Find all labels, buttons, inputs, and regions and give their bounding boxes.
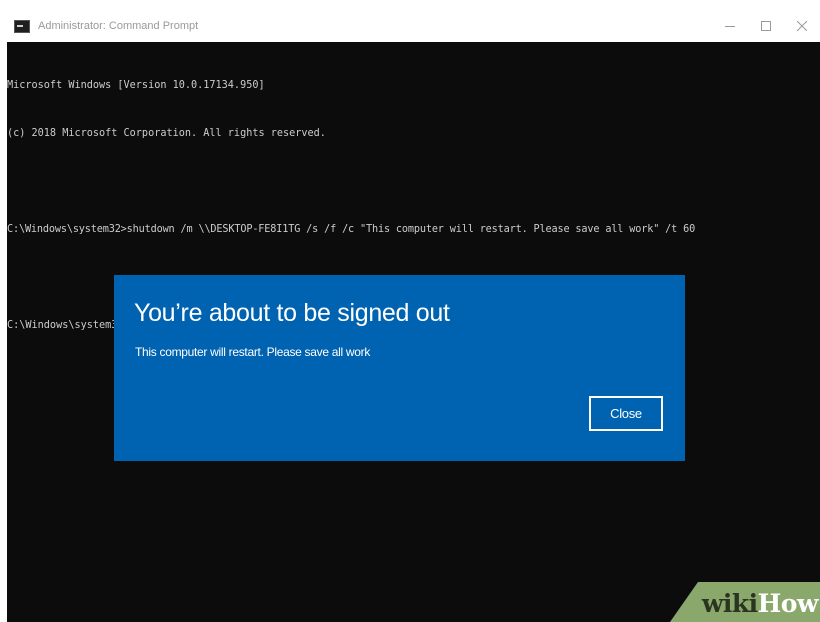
dialog-title: You’re about to be signed out xyxy=(134,299,450,327)
dialog-message: This computer will restart. Please save … xyxy=(135,345,371,359)
console-line-copyright: (c) 2018 Microsoft Corporation. All righ… xyxy=(7,128,326,139)
screenshot-frame: Administrator: Command Prompt Microsoft … xyxy=(0,0,820,622)
console-line-version: Microsoft Windows [Version 10.0.17134.95… xyxy=(7,80,265,91)
command-prompt-window: Administrator: Command Prompt Microsoft … xyxy=(7,10,820,622)
console-line-shutdown-command: C:\Windows\system32>shutdown /m \\DESKTO… xyxy=(7,224,696,235)
cmd-icon xyxy=(14,19,30,33)
watermark-wiki: wiki xyxy=(701,589,758,618)
signout-dialog: You’re about to be signed out This compu… xyxy=(114,275,685,461)
maximize-icon[interactable] xyxy=(748,10,784,42)
window-controls xyxy=(712,10,820,42)
title-bar[interactable]: Administrator: Command Prompt xyxy=(7,10,820,42)
minimize-icon[interactable] xyxy=(712,10,748,42)
window-title: Administrator: Command Prompt xyxy=(38,20,199,32)
watermark-logo: wikiHow xyxy=(701,589,819,618)
close-icon[interactable] xyxy=(784,10,820,42)
wikihow-watermark: wikiHow xyxy=(670,582,820,622)
watermark-how: How xyxy=(757,589,819,618)
close-button[interactable]: Close xyxy=(589,396,663,431)
